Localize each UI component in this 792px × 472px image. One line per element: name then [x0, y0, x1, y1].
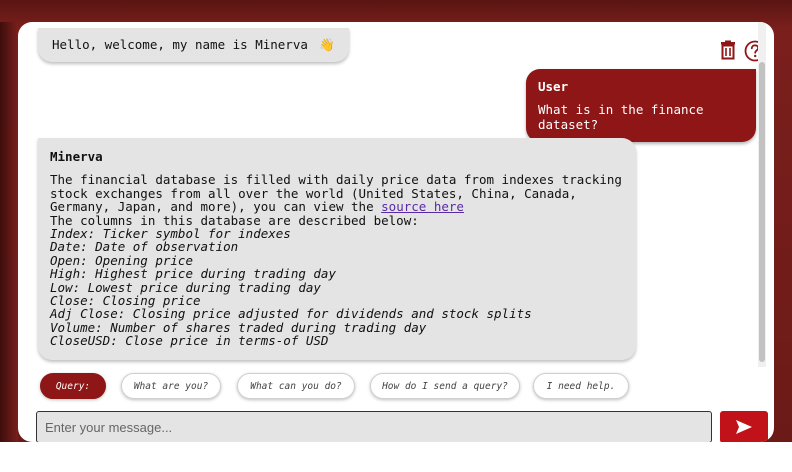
column-description: Volume: Number of shares traded during t… — [50, 319, 427, 335]
chat-panel: Hello, welcome, my name is Minerva 👋 Use… — [18, 22, 774, 442]
greeting-text: Hello, welcome, my name is Minerva — [52, 37, 308, 52]
column-description: Open: Opening price — [50, 252, 193, 268]
column-description: CloseUSD: Close price in terms-of USD — [50, 333, 329, 349]
message-input[interactable] — [36, 411, 712, 442]
column-description: Low: Lowest price during trading day — [50, 279, 321, 295]
column-description: Adj Close: Closing price adjusted for di… — [50, 306, 532, 322]
chat-scrollbar[interactable] — [758, 22, 766, 367]
user-message-text: What is in the finance dataset? — [538, 102, 704, 132]
suggestion-chip-what-can-you-do[interactable]: What can you do? — [237, 373, 355, 399]
trash-icon[interactable] — [718, 40, 738, 60]
bot-intro-text: The financial database is filled with da… — [50, 172, 622, 215]
composer — [18, 411, 774, 442]
column-description: Date: Date of observation — [50, 239, 239, 255]
column-description: High: Highest price during trading day — [50, 266, 336, 282]
scrollbar-thumb[interactable] — [759, 62, 765, 362]
column-description: Index: Ticker symbol for indexes — [50, 226, 291, 242]
columns-intro-text: The columns in this database are describ… — [50, 212, 419, 228]
message-list[interactable]: Hello, welcome, my name is Minerva 👋 Use… — [18, 22, 766, 367]
user-message-bubble: User What is in the finance dataset? — [526, 69, 756, 142]
bot-sender-label: Minerva — [50, 149, 103, 164]
suggestion-chip-need-help[interactable]: I need help. — [533, 373, 629, 399]
query-chip[interactable]: Query: — [40, 373, 106, 399]
waving-hand-icon: 👋 — [319, 37, 335, 52]
suggestion-chip-send-query[interactable]: How do I send a query? — [370, 373, 520, 399]
bot-message-bubble: Minerva The financial database is filled… — [38, 138, 636, 360]
source-link[interactable]: source here — [381, 199, 464, 214]
send-button[interactable] — [720, 411, 768, 442]
send-arrow-icon — [736, 420, 752, 434]
bottom-margin — [0, 442, 792, 472]
greeting-bubble: Hello, welcome, my name is Minerva 👋 — [38, 28, 349, 62]
suggestion-bar: Query: What are you? What can you do? Ho… — [18, 367, 774, 407]
suggestion-chip-what-are-you[interactable]: What are you? — [121, 373, 221, 399]
user-sender-label: User — [538, 79, 569, 94]
column-description: Close: Closing price — [50, 293, 201, 309]
bot-intro-paragraph: The financial database is filled with da… — [50, 173, 622, 213]
